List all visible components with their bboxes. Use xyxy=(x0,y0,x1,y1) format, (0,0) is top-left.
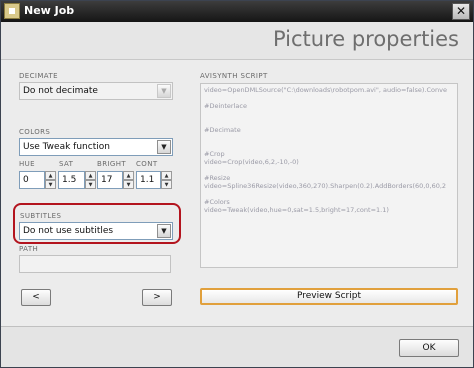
script-line xyxy=(204,118,454,126)
subtitles-value: Do not use subtitles xyxy=(23,226,114,236)
script-line: #Decimate xyxy=(204,126,241,134)
page-title: Picture properties xyxy=(272,27,459,51)
script-line xyxy=(204,110,454,118)
spin-up-icon[interactable]: ▲ xyxy=(85,171,96,180)
page-header: Picture properties xyxy=(1,22,473,60)
close-button[interactable]: ✕ xyxy=(452,3,470,20)
bright-label: BRIGHT xyxy=(97,160,127,168)
spin-down-icon[interactable]: ▼ xyxy=(45,180,56,189)
script-line: #Colors xyxy=(204,198,230,206)
spin-up-icon[interactable]: ▲ xyxy=(123,171,134,180)
path-input[interactable] xyxy=(19,255,171,273)
spin-up-icon[interactable]: ▲ xyxy=(45,171,56,180)
subtitles-select[interactable]: Do not use subtitles ▼ xyxy=(19,222,173,240)
avisynth-label: AVISYNTH SCRIPT xyxy=(200,72,268,80)
decimate-select[interactable]: Do not decimate ▼ xyxy=(19,82,173,100)
path-label: PATH xyxy=(19,245,39,253)
subtitles-label: SUBTITLES xyxy=(20,212,62,220)
bright-spinner[interactable]: ▲ ▼ xyxy=(123,171,134,189)
script-line xyxy=(204,166,454,174)
colors-select[interactable]: Use Tweak function ▼ xyxy=(19,138,173,156)
ok-button[interactable]: OK xyxy=(399,339,459,357)
app-icon xyxy=(4,3,20,19)
script-line: video=OpenDMLSource("C:\downloads\robotp… xyxy=(204,86,447,94)
bright-input[interactable]: 17 xyxy=(97,171,123,189)
sat-spinner[interactable]: ▲ ▼ xyxy=(85,171,96,189)
previous-button[interactable]: < xyxy=(21,289,51,306)
hue-label: HUE xyxy=(19,160,36,168)
next-button[interactable]: > xyxy=(142,289,172,306)
chevron-down-icon[interactable]: ▼ xyxy=(157,140,171,154)
avisynth-script-box[interactable]: video=OpenDMLSource("C:\downloads\robotp… xyxy=(200,83,458,268)
decimate-label: DECIMATE xyxy=(19,72,58,80)
script-line: video=Crop(video,6,2,-10,-0) xyxy=(204,158,299,166)
script-line: #Crop xyxy=(204,150,225,158)
spin-down-icon[interactable]: ▼ xyxy=(161,180,172,189)
spin-down-icon[interactable]: ▼ xyxy=(85,180,96,189)
hue-input[interactable]: 0 xyxy=(19,171,45,189)
chevron-down-icon[interactable]: ▼ xyxy=(157,84,171,98)
script-line xyxy=(204,94,454,102)
cont-label: CONT xyxy=(136,160,158,168)
script-line xyxy=(204,142,454,150)
colors-value: Use Tweak function xyxy=(23,142,110,152)
new-job-window: New Job ✕ Picture properties DECIMATE Do… xyxy=(0,0,474,368)
script-line xyxy=(204,134,454,142)
script-line: video=Tweak(video,hue=0,sat=1.5,bright=1… xyxy=(204,206,389,214)
script-line: #Resize xyxy=(204,174,231,182)
preview-script-button[interactable]: Preview Script xyxy=(200,288,458,305)
chevron-down-icon[interactable]: ▼ xyxy=(157,224,171,238)
title-bar[interactable]: New Job ✕ xyxy=(1,1,473,22)
cont-spinner[interactable]: ▲ ▼ xyxy=(161,171,172,189)
decimate-value: Do not decimate xyxy=(23,86,98,96)
script-line xyxy=(204,190,454,198)
colors-label: COLORS xyxy=(19,128,51,136)
sat-input[interactable]: 1.5 xyxy=(58,171,85,189)
spin-up-icon[interactable]: ▲ xyxy=(161,171,172,180)
hue-spinner[interactable]: ▲ ▼ xyxy=(45,171,56,189)
window-title: New Job xyxy=(24,4,75,17)
cont-input[interactable]: 1.1 xyxy=(136,171,161,189)
sat-label: SAT xyxy=(59,160,74,168)
footer-bar: OK xyxy=(1,326,473,367)
script-line: video=Spline36Resize(video,360,270).Shar… xyxy=(204,182,447,190)
script-line: #Deinterlace xyxy=(204,102,247,110)
spin-down-icon[interactable]: ▼ xyxy=(123,180,134,189)
